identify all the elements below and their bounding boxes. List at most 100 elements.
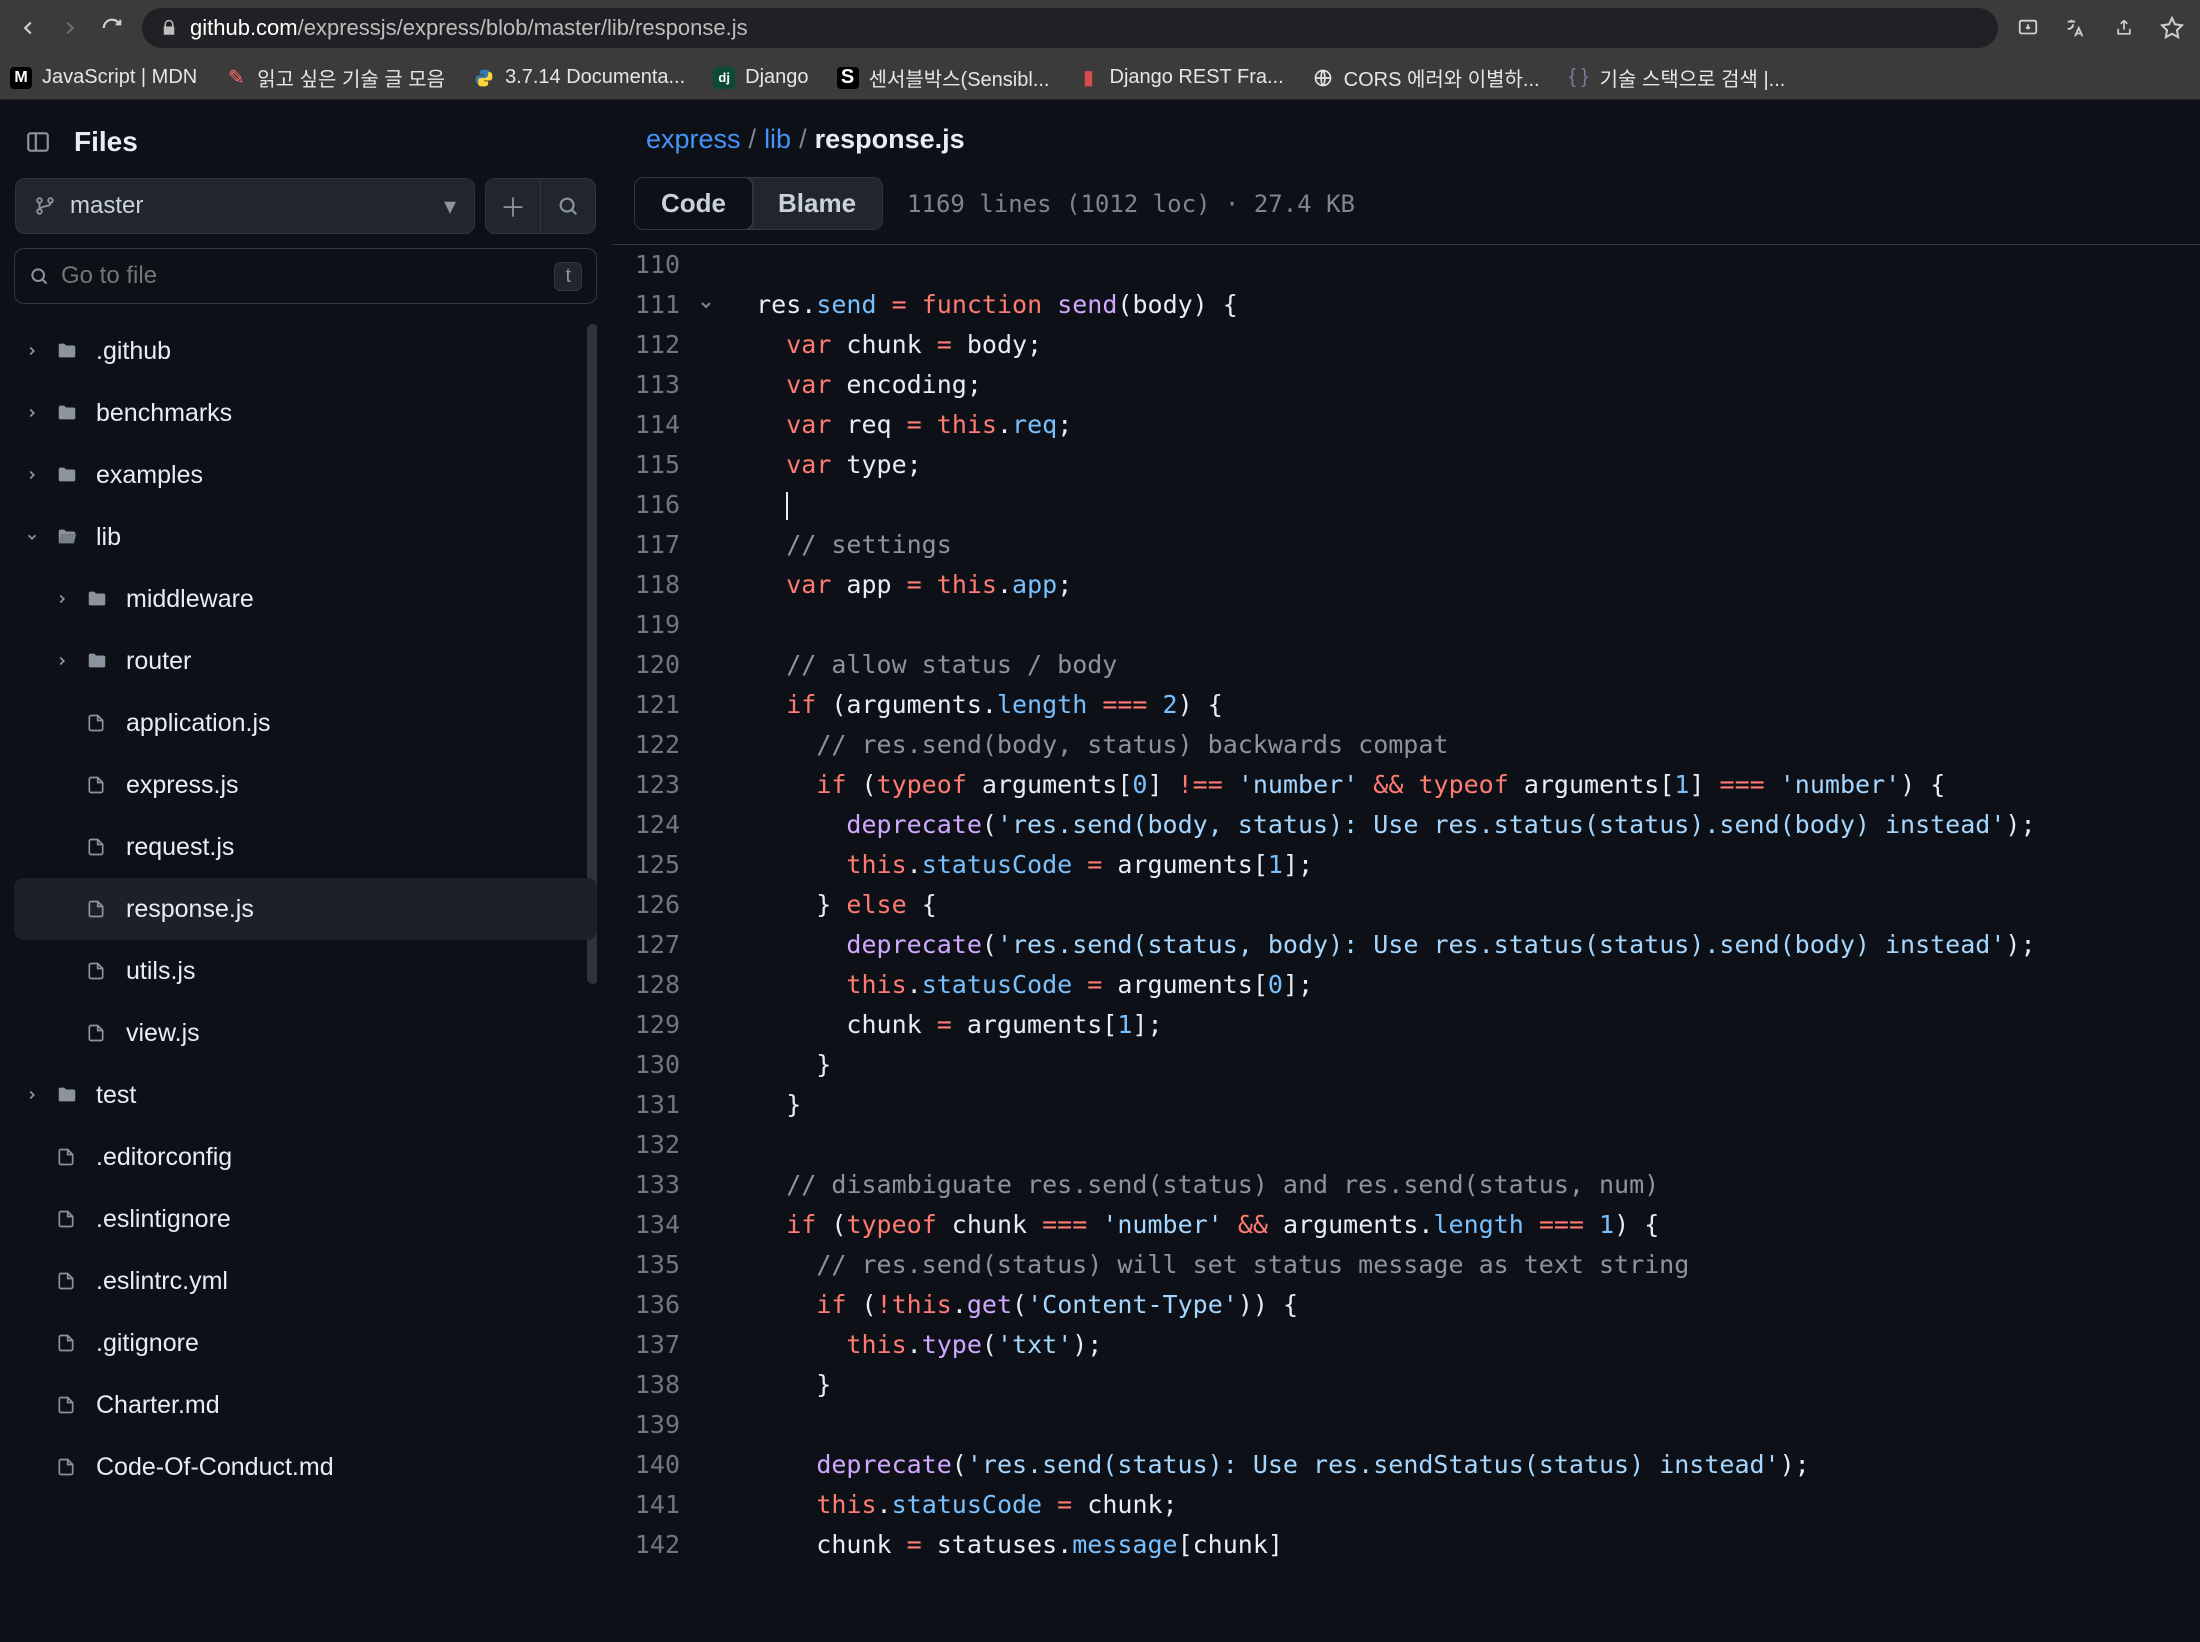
tree-file[interactable]: utils.js [14,940,597,1002]
tab-blame[interactable]: Blame [752,178,882,229]
code-line[interactable]: 123 if (typeof arguments[0] !== 'number'… [612,765,2200,805]
fold-gutter [690,725,722,765]
code-line[interactable]: 122 // res.send(body, status) backwards … [612,725,2200,765]
code-line[interactable]: 111 res.send = function send(body) { [612,285,2200,325]
code-line[interactable]: 127 deprecate('res.send(status, body): U… [612,925,2200,965]
code-line[interactable]: 110 [612,245,2200,285]
fold-gutter [690,1045,722,1085]
fold-gutter [690,765,722,805]
fold-gutter [690,1405,722,1445]
code-line[interactable]: 114 var req = this.req; [612,405,2200,445]
add-file-button[interactable]: ＋ [485,178,541,234]
search-button[interactable] [540,178,596,234]
code-line[interactable]: 136 if (!this.get('Content-Type')) { [612,1285,2200,1325]
tree-folder[interactable]: lib [14,506,597,568]
fold-gutter [690,405,722,445]
reload-button[interactable] [100,16,124,40]
code-line[interactable]: 140 deprecate('res.send(status): Use res… [612,1445,2200,1485]
tree-file[interactable]: Code-Of-Conduct.md [14,1436,597,1498]
code-content: var type; [722,445,922,485]
branch-row: master ▾ ＋ [14,178,597,234]
translate-icon[interactable] [2064,16,2088,40]
code-line[interactable]: 120 // allow status / body [612,645,2200,685]
file-icon [56,1270,82,1292]
code-content: this.type('txt'); [722,1325,1102,1365]
tree-folder[interactable]: .github [14,320,597,382]
code-line[interactable]: 124 deprecate('res.send(body, status): U… [612,805,2200,845]
code-line[interactable]: 117 // settings [612,525,2200,565]
code-line[interactable]: 112 var chunk = body; [612,325,2200,365]
share-icon[interactable] [2112,16,2136,40]
fold-gutter [690,1005,722,1045]
code-line[interactable]: 125 this.statusCode = arguments[1]; [612,845,2200,885]
code-line[interactable]: 137 this.type('txt'); [612,1325,2200,1365]
bookmark-favicon: S [837,67,859,89]
bookmark-item[interactable]: CORS 에러와 이별하... [1312,63,1540,92]
tree-file[interactable]: express.js [14,754,597,816]
code-line[interactable]: 130 } [612,1045,2200,1085]
tree-folder[interactable]: benchmarks [14,382,597,444]
nav-forward-button[interactable] [58,16,82,40]
code-line[interactable]: 135 // res.send(status) will set status … [612,1245,2200,1285]
fold-gutter [690,565,722,605]
tree-folder[interactable]: examples [14,444,597,506]
file-tree: .github benchmarksexampleslib middleware ro… [14,320,597,1498]
code-line[interactable]: 139 [612,1405,2200,1445]
tree-file[interactable]: .eslintignore [14,1188,597,1250]
tree-file[interactable]: request.js [14,816,597,878]
tree-item-label: middleware [126,585,254,614]
file-search[interactable]: t [14,248,597,304]
fold-gutter [690,445,722,485]
code-line[interactable]: 126 } else { [612,885,2200,925]
bookmark-item[interactable]: 3.7.14 Documenta... [473,66,685,89]
code-line[interactable]: 141 this.statusCode = chunk; [612,1485,2200,1525]
fold-gutter[interactable] [690,285,722,325]
install-icon[interactable] [2016,16,2040,40]
code-line[interactable]: 121 if (arguments.length === 2) { [612,685,2200,725]
code-line[interactable]: 128 this.statusCode = arguments[0]; [612,965,2200,1005]
tab-code[interactable]: Code [634,177,754,230]
code-line[interactable]: 129 chunk = arguments[1]; [612,1005,2200,1045]
breadcrumb-path[interactable]: lib [764,124,791,155]
collapse-tree-icon[interactable] [22,126,54,158]
tree-file[interactable]: Charter.md [14,1374,597,1436]
bookmark-item[interactable]: ✎읽고 싶은 기술 글 모음 [225,63,445,92]
file-search-input[interactable] [61,262,542,290]
tree-file[interactable]: view.js [14,1002,597,1064]
branch-select[interactable]: master ▾ [15,178,475,234]
tree-file[interactable]: .eslintrc.yml [14,1250,597,1312]
nav-back-button[interactable] [16,16,40,40]
code-line[interactable]: 116 [612,485,2200,525]
code-line[interactable]: 132 [612,1125,2200,1165]
code-line[interactable]: 118 var app = this.app; [612,565,2200,605]
bookmark-item[interactable]: S센서블박스(Sensibl... [837,63,1050,92]
file-icon [86,898,112,920]
tree-item-label: .github [96,337,171,366]
bookmark-item[interactable]: { }기술 스택으로 검색 |... [1568,63,1786,92]
code-line[interactable]: 133 // disambiguate res.send(status) and… [612,1165,2200,1205]
code-line[interactable]: 119 [612,605,2200,645]
branch-name: master [70,192,143,220]
code-line[interactable]: 134 if (typeof chunk === 'number' && arg… [612,1205,2200,1245]
code-area[interactable]: 110111 res.send = function send(body) {1… [612,245,2200,1642]
star-icon[interactable] [2160,16,2184,40]
tree-folder[interactable]: router [14,630,597,692]
url-bar[interactable]: github.com/expressjs/express/blob/master… [142,8,1998,48]
code-line[interactable]: 142 chunk = statuses.message[chunk] [612,1525,2200,1565]
bookmark-item[interactable]: MJavaScript | MDN [10,66,197,89]
code-line[interactable]: 131 } [612,1085,2200,1125]
tree-file[interactable]: .editorconfig [14,1126,597,1188]
code-line[interactable]: 113 var encoding; [612,365,2200,405]
bookmark-item[interactable]: ▮Django REST Fra... [1078,66,1284,89]
bookmark-item[interactable]: djDjango [713,66,808,89]
tree-file[interactable]: response.js [14,878,597,940]
code-line[interactable]: 138 } [612,1365,2200,1405]
code-line[interactable]: 115 var type; [612,445,2200,485]
tree-file[interactable]: application.js [14,692,597,754]
tree-file[interactable]: .gitignore [14,1312,597,1374]
breadcrumb-repo[interactable]: express [646,124,741,155]
folder-icon [56,464,82,486]
tree-item-label: view.js [126,1019,200,1048]
tree-folder[interactable]: test [14,1064,597,1126]
tree-folder[interactable]: middleware [14,568,597,630]
